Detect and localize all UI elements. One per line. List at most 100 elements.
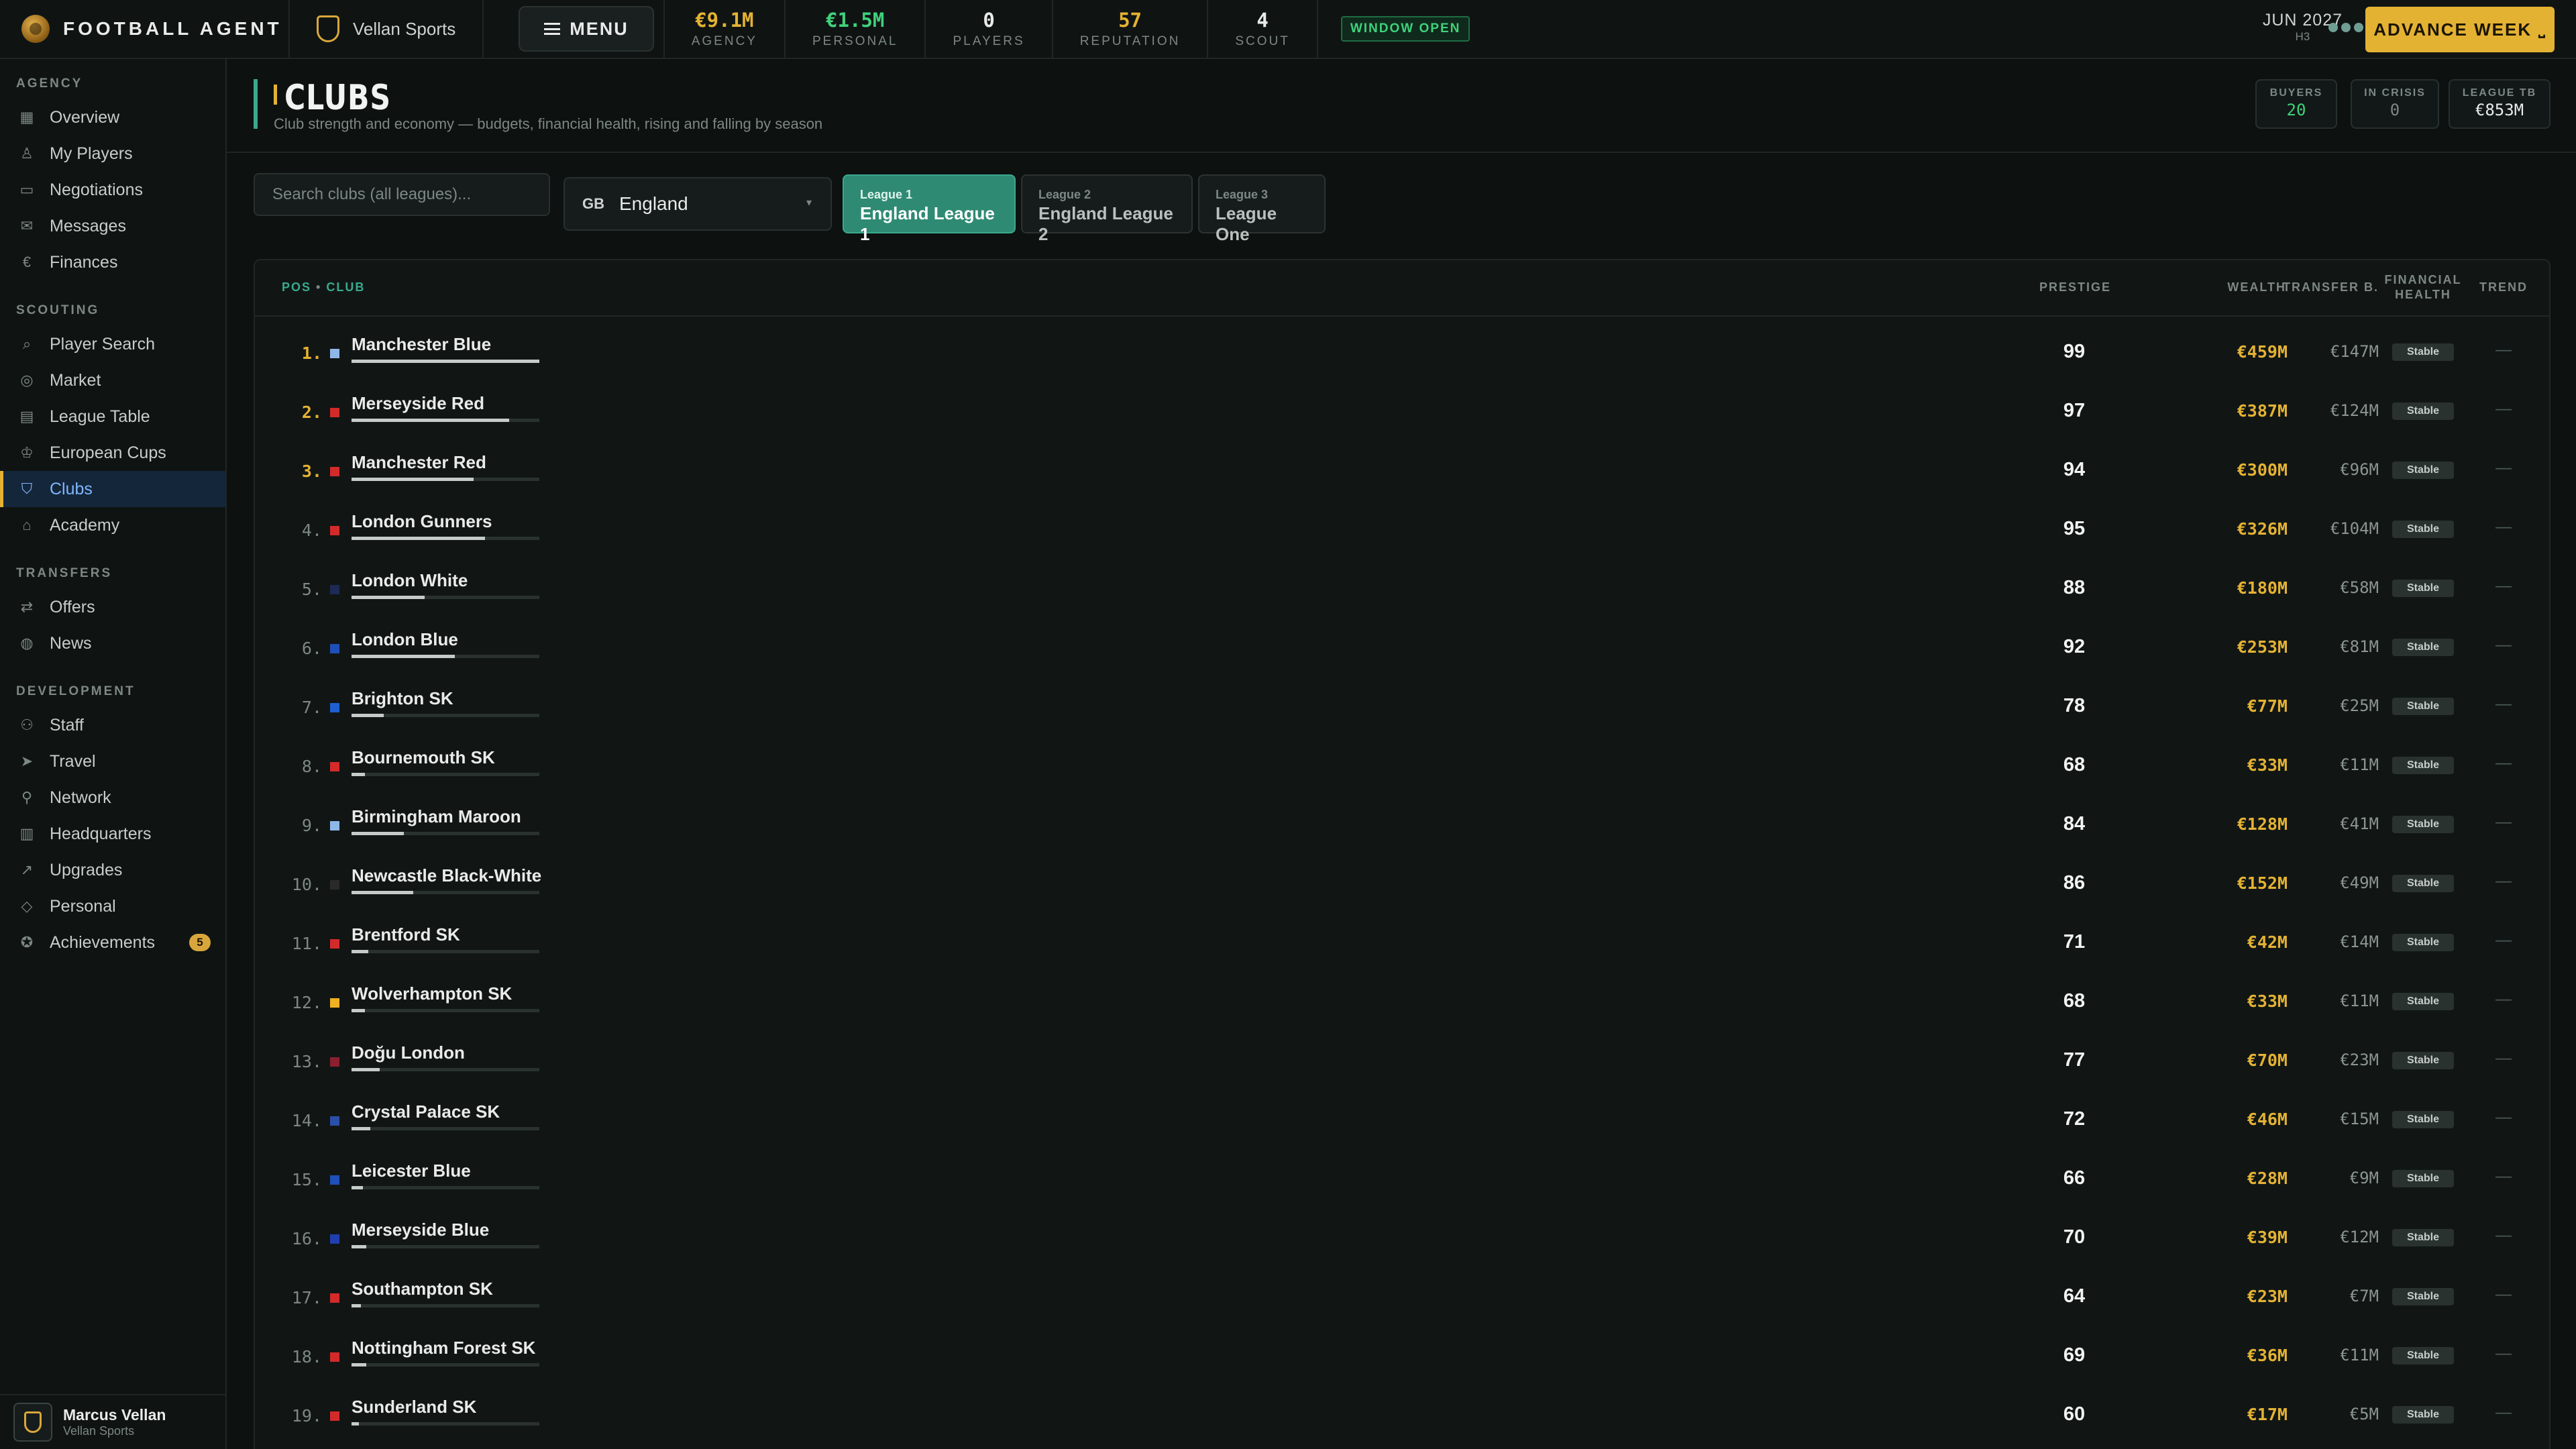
table-row[interactable]: 3. Manchester Red 94 €300M €96M Stable — [255, 439, 2549, 498]
club-name[interactable]: Manchester Blue [352, 334, 491, 355]
header-trend[interactable]: TREND [2477, 280, 2530, 294]
sidebar-item-personal[interactable]: ◇ Personal [0, 888, 225, 924]
sidebar-item-network[interactable]: ⚲ Network [0, 780, 225, 816]
table-row[interactable]: 12. Wolverhampton SK 68 €33M €11M Stable — [255, 970, 2549, 1029]
club-name[interactable]: Southampton SK [352, 1279, 493, 1299]
sidebar-item-overview[interactable]: ▦ Overview [0, 99, 225, 136]
table-row[interactable]: 9. Birmingham Maroon 84 €128M €41M Stable — [255, 793, 2549, 852]
sidebar-item-upgrades[interactable]: ↗ Upgrades [0, 852, 225, 888]
euro-icon: € [22, 254, 32, 270]
table-row[interactable]: 19. Sunderland SK 60 €17M €5M Stable — [255, 1383, 2549, 1442]
club-name[interactable]: Nottingham Forest SK [352, 1338, 535, 1358]
club-name[interactable]: Merseyside Blue [352, 1220, 489, 1240]
league-tab-number: League 3 [1216, 188, 1269, 201]
club-trend: — [2496, 1108, 2512, 1126]
club-name[interactable]: Sunderland SK [352, 1397, 476, 1417]
sidebar-item-academy[interactable]: ⌂ Academy [0, 507, 225, 543]
club-position: 13. [291, 1052, 322, 1071]
network-icon: ⚲ [21, 789, 33, 806]
club-name[interactable]: London Blue [352, 629, 458, 650]
table-row[interactable]: 2. Merseyside Red 97 €387M €124M Stable — [255, 380, 2549, 439]
club-prestige: 77 [2063, 1049, 2086, 1071]
sidebar-item-league-table[interactable]: ▤ League Table [0, 398, 225, 435]
tab-league-3[interactable]: League 3 League One [1198, 174, 1326, 244]
club-wealth: €459M [2237, 342, 2288, 362]
club-prestige: 71 [2063, 931, 2086, 953]
header-prestige[interactable]: PRESTIGE [2039, 280, 2111, 294]
sidebar-item-travel[interactable]: ➤ Travel [0, 743, 225, 780]
club-search-input[interactable] [254, 173, 550, 216]
sidebar-item-news[interactable]: ◍ News [0, 625, 225, 661]
club-transfer-budget: €12M [2340, 1228, 2379, 1246]
sidebar-item-negotiations[interactable]: ▭ Negotiations [0, 172, 225, 208]
header-transfer-budget[interactable]: TRANSFER B. [2274, 280, 2379, 294]
table-row[interactable]: 5. London White 88 €180M €58M Stable — [255, 557, 2549, 616]
agency-switcher[interactable]: Vellan Sports [290, 0, 484, 58]
prestige-bar [352, 1422, 539, 1426]
sidebar-item-label: Player Search [50, 334, 156, 354]
table-row[interactable]: 7. Brighton SK 78 €77M €25M Stable — [255, 675, 2549, 734]
club-name[interactable]: London Gunners [352, 511, 492, 532]
table-row[interactable]: 15. Leicester Blue 66 €28M €9M Stable — [255, 1147, 2549, 1206]
club-color-swatch [330, 349, 339, 358]
header-club[interactable]: CLUB [326, 280, 365, 294]
sidebar-item-player-search[interactable]: ⌕ Player Search [0, 326, 225, 362]
table-row[interactable]: 8. Bournemouth SK 68 €33M €11M Stable — [255, 734, 2549, 793]
club-transfer-budget: €49M [2340, 873, 2379, 892]
header-financial-health[interactable]: FINANCIAL HEALTH [2379, 272, 2467, 302]
sidebar-item-messages[interactable]: ✉ Messages [0, 208, 225, 244]
brand[interactable]: FOOTBALL AGENT [0, 0, 290, 58]
prestige-bar-fill [352, 1127, 370, 1130]
club-position: 2. [301, 402, 322, 422]
club-name[interactable]: Brentford SK [352, 924, 460, 945]
advance-week-button[interactable]: ADVANCE WEEK ⎵ [2365, 7, 2555, 52]
table-row[interactable]: 4. London Gunners 95 €326M €104M Stable — [255, 498, 2549, 557]
tab-league-1[interactable]: League 1 England League 1 [843, 174, 1016, 244]
club-name[interactable]: Doğu London [352, 1042, 465, 1063]
table-row[interactable]: 16. Merseyside Blue 70 €39M €12M Stable — [255, 1206, 2549, 1265]
club-name[interactable]: Newcastle Black-White [352, 865, 541, 886]
sidebar-item-staff[interactable]: ⚇ Staff [0, 707, 225, 743]
club-name[interactable]: Merseyside Red [352, 393, 484, 414]
table-row[interactable]: 1. Manchester Blue 99 €459M €147M Stable — [255, 321, 2549, 380]
sidebar-item-headquarters[interactable]: ▥ Headquarters [0, 816, 225, 852]
club-name[interactable]: Wolverhampton SK [352, 983, 512, 1004]
table-row[interactable]: 10. Newcastle Black-White 86 €152M €49M Stabl… [255, 852, 2549, 911]
sidebar-item-european-cups[interactable]: ♔ European Cups [0, 435, 225, 471]
sidebar-item-my-players[interactable]: ♙ My Players [0, 136, 225, 172]
sidebar-item-achievements[interactable]: ✪ Achievements 5 [0, 924, 225, 961]
sidebar-item-finances[interactable]: € Finances [0, 244, 225, 280]
table-row[interactable]: 18. Nottingham Forest SK 69 €36M €11M Stable — [255, 1324, 2549, 1383]
header-wealth[interactable]: WEALTH [2192, 280, 2286, 294]
stat-value: 4 [1256, 9, 1269, 32]
financial-health-badge: Stable [2392, 1170, 2454, 1187]
menu-button[interactable]: MENU [519, 6, 654, 52]
club-prestige: 72 [2063, 1108, 2086, 1130]
sidebar-item-market[interactable]: ◎ Market [0, 362, 225, 398]
trophy-icon: ♔ [20, 444, 34, 461]
club-name[interactable]: Brighton SK [352, 688, 453, 709]
table-row[interactable]: 14. Crystal Palace SK 72 €46M €15M Stable — [255, 1088, 2549, 1147]
table-row[interactable]: 6. London Blue 92 €253M €81M Stable — [255, 616, 2549, 675]
user-profile[interactable]: Marcus Vellan Vellan Sports [0, 1394, 225, 1449]
club-name[interactable]: London White [352, 570, 468, 591]
club-name[interactable]: Birmingham Maroon [352, 806, 521, 827]
graduation-icon: ⌂ [22, 517, 32, 533]
club-name[interactable]: Leicester Blue [352, 1161, 471, 1181]
table-row[interactable]: 11. Brentford SK 71 €42M €14M Stable — [255, 911, 2549, 970]
club-name[interactable]: Bournemouth SK [352, 747, 495, 768]
club-color-swatch [330, 703, 339, 712]
mail-icon: ✉ [20, 217, 34, 234]
tab-league-2[interactable]: League 2 England League 2 [1021, 174, 1193, 244]
club-name[interactable]: Manchester Red [352, 452, 486, 473]
sidebar-item-offers[interactable]: ⇄ Offers [0, 589, 225, 625]
country-select[interactable]: GB England ▾ [564, 177, 832, 231]
club-name[interactable]: Crystal Palace SK [352, 1102, 500, 1122]
table-row[interactable]: 13. Doğu London 77 €70M €23M Stable — [255, 1029, 2549, 1088]
club-trend: — [2496, 577, 2512, 595]
club-prestige: 95 [2063, 518, 2086, 539]
club-color-swatch [330, 1116, 339, 1126]
table-row[interactable]: 17. Southampton SK 64 €23M €7M Stable — [255, 1265, 2549, 1324]
user-name: Marcus Vellan [63, 1406, 166, 1424]
sidebar-item-clubs[interactable]: ⛉ Clubs [0, 471, 225, 507]
